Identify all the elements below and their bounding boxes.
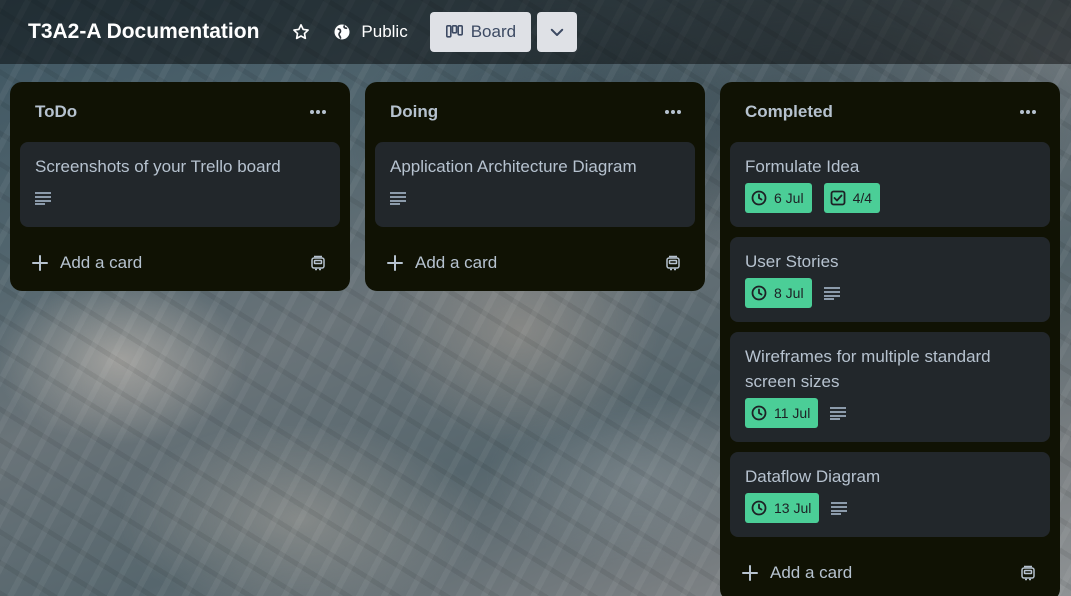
due-date-label: 11 Jul xyxy=(774,405,811,421)
create-from-template-button[interactable] xyxy=(304,249,332,277)
list-title[interactable]: Completed xyxy=(745,102,833,122)
card-title: User Stories xyxy=(745,252,839,271)
card-badges: 13 Jul xyxy=(745,493,1035,523)
card[interactable]: Application Architecture Diagram xyxy=(375,142,695,227)
plus-icon xyxy=(742,565,758,581)
checklist-label: 4/4 xyxy=(852,190,873,206)
globe-icon xyxy=(334,24,350,40)
board-header: T3A2-A Documentation Public Board xyxy=(0,0,1071,64)
checklist-icon xyxy=(830,190,845,206)
card-badges xyxy=(35,183,325,213)
list-title[interactable]: Doing xyxy=(390,102,438,122)
description-icon xyxy=(823,278,840,308)
clock-icon xyxy=(751,190,767,206)
board-icon xyxy=(445,25,463,38)
board-view-label: Board xyxy=(470,22,517,41)
list-menu-button[interactable] xyxy=(1012,96,1044,128)
add-card-label: Add a card xyxy=(415,253,498,272)
more-horizontal-icon xyxy=(665,110,681,114)
card-template-icon xyxy=(311,255,325,271)
create-from-template-button[interactable] xyxy=(659,249,687,277)
visibility-button[interactable]: Public xyxy=(325,12,419,52)
card-title: Screenshots of your Trello board xyxy=(35,157,281,176)
card-badges xyxy=(390,183,680,213)
plus-icon xyxy=(387,255,403,271)
due-date-label: 6 Jul xyxy=(774,190,804,206)
create-from-template-button[interactable] xyxy=(1014,559,1042,587)
due-date-badge[interactable]: 8 Jul xyxy=(745,278,812,308)
plus-icon xyxy=(32,255,48,271)
card-badges: 8 Jul xyxy=(745,278,1035,308)
due-date-badge[interactable]: 13 Jul xyxy=(745,493,820,523)
view-switcher-button[interactable] xyxy=(537,12,578,52)
description-icon xyxy=(35,183,51,213)
description-icon xyxy=(830,398,847,428)
description-icon xyxy=(390,183,406,213)
more-horizontal-icon xyxy=(1020,110,1036,114)
list-header: ToDo xyxy=(20,82,340,142)
due-date-label: 8 Jul xyxy=(774,285,804,301)
card[interactable]: Wireframes for multiple standard screen … xyxy=(730,332,1050,442)
board-view-button[interactable]: Board xyxy=(429,12,532,52)
add-card-label: Add a card xyxy=(60,253,143,272)
add-card-button[interactable]: Add a card xyxy=(742,563,852,583)
clock-icon xyxy=(751,405,767,421)
card[interactable]: Dataflow Diagram 13 Jul xyxy=(730,452,1050,537)
add-card-label: Add a card xyxy=(770,563,853,582)
more-horizontal-icon xyxy=(310,110,326,114)
card-title: Dataflow Diagram xyxy=(745,467,881,486)
card-badges: 11 Jul xyxy=(745,398,1035,428)
card-title: Application Architecture Diagram xyxy=(390,157,637,176)
list-todo: ToDo Screenshots of your Trello board Ad… xyxy=(10,82,350,291)
add-card-button[interactable]: Add a card xyxy=(32,253,142,273)
visibility-label: Public xyxy=(361,22,408,41)
clock-icon xyxy=(751,285,767,301)
due-date-badge[interactable]: 11 Jul xyxy=(745,398,819,428)
list-header: Completed xyxy=(730,82,1050,142)
card[interactable]: Screenshots of your Trello board xyxy=(20,142,340,227)
board-title[interactable]: T3A2-A Documentation xyxy=(28,20,259,44)
add-card-row: Add a card xyxy=(375,235,695,291)
star-icon xyxy=(293,24,310,40)
card[interactable]: Formulate Idea 6 Jul 4/4 xyxy=(730,142,1050,227)
card-template-icon xyxy=(666,255,680,271)
card-title: Formulate Idea xyxy=(745,157,860,176)
add-card-button[interactable]: Add a card xyxy=(387,253,497,273)
card-template-icon xyxy=(1021,565,1035,581)
clock-icon xyxy=(751,500,767,516)
list-header: Doing xyxy=(375,82,695,142)
list-menu-button[interactable] xyxy=(302,96,334,128)
list-doing: Doing Application Architecture Diagram A… xyxy=(365,82,705,291)
list-title[interactable]: ToDo xyxy=(35,102,77,122)
add-card-row: Add a card xyxy=(20,235,340,291)
due-date-badge[interactable]: 6 Jul xyxy=(745,183,812,213)
checklist-badge: 4/4 xyxy=(823,183,881,213)
description-icon xyxy=(831,493,848,523)
card[interactable]: User Stories 8 Jul xyxy=(730,237,1050,322)
card-title: Wireframes for multiple standard screen … xyxy=(745,347,991,391)
star-button[interactable] xyxy=(285,12,317,52)
card-badges: 6 Jul 4/4 xyxy=(745,183,1035,213)
list-completed: Completed Formulate Idea 6 Jul 4/4 User … xyxy=(720,82,1060,596)
list-menu-button[interactable] xyxy=(657,96,689,128)
chevron-down-icon xyxy=(550,28,564,36)
add-card-row: Add a card xyxy=(730,545,1050,596)
due-date-label: 13 Jul xyxy=(774,500,812,516)
